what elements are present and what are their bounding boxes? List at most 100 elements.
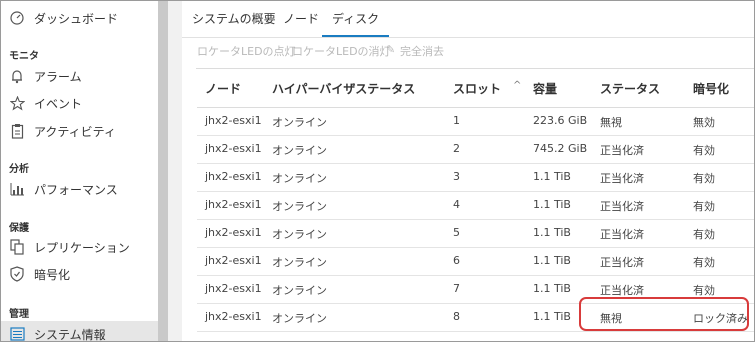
section-header-monitor: モニタ <box>9 51 39 62</box>
table-cell: 無効 <box>693 116 715 129</box>
clipboard-icon <box>9 122 25 140</box>
table-cell: 1.1 TiB <box>533 198 571 211</box>
table-row[interactable]: jhx2-esxi1 オンライン 2 745.2 GiB 正当化済 有効 <box>197 135 754 164</box>
main-content: システムの概要 ノード ディスク ロケータLEDの点灯 ロケータLEDの消灯 ✎… <box>182 1 754 341</box>
dashboard-gauge-icon <box>9 9 25 27</box>
table-cell: オンライン <box>272 312 327 325</box>
shield-icon <box>9 265 25 283</box>
table-cell: 正当化済 <box>600 228 644 241</box>
table-row[interactable]: jhx2-esxi1 オンライン 5 1.1 TiB 正当化済 有効 <box>197 219 754 248</box>
table-cell: 1.1 TiB <box>533 226 571 239</box>
sidebar-item-dashboard[interactable]: ダッシュボード <box>1 5 158 31</box>
table-row[interactable]: jhx2-esxi1 オンライン 1 223.6 GiB 無視 無効 <box>197 107 754 136</box>
disks-table: ノード ハイパーバイザステータス スロット ^ 容量 ステータス 暗号化 jhx… <box>196 68 754 332</box>
table-cell: 223.6 GiB <box>533 114 588 127</box>
table-cell: 1.1 TiB <box>533 310 571 323</box>
table-cell: 有効 <box>693 256 715 269</box>
table-cell: オンライン <box>272 200 327 213</box>
section-header-protection: 保護 <box>9 223 29 234</box>
divider <box>168 1 182 341</box>
table-cell: オンライン <box>272 172 327 185</box>
sidebar-item-activity[interactable]: アクティビティ <box>1 118 158 144</box>
table-cell: 有効 <box>693 144 715 157</box>
sidebar-scrollbar[interactable] <box>158 1 168 341</box>
sidebar: ダッシュボード モニタ アラーム イベント アクティビティ 分析 パフォーマンス… <box>1 1 158 341</box>
sidebar-item-events[interactable]: イベント <box>1 90 158 116</box>
sidebar-item-label: パフォーマンス <box>34 183 118 197</box>
tab-system-overview[interactable]: システムの概要 <box>192 1 276 37</box>
table-cell: 5 <box>453 226 460 239</box>
table-cell: jhx2-esxi1 <box>205 282 262 295</box>
tab-nodes[interactable]: ノード <box>283 1 319 37</box>
section-header-management: 管理 <box>9 309 29 320</box>
sidebar-item-label: ダッシュボード <box>34 12 119 26</box>
col-hypervisor-status[interactable]: ハイパーバイザステータス <box>272 80 415 97</box>
table-cell: 有効 <box>693 228 715 241</box>
sidebar-item-performance[interactable]: パフォーマンス <box>1 176 158 202</box>
tab-disks[interactable]: ディスク <box>322 1 390 37</box>
col-status[interactable]: ステータス <box>600 80 660 97</box>
table-cell: 有効 <box>693 284 715 297</box>
sidebar-item-label: 暗号化 <box>34 268 71 282</box>
table-cell: オンライン <box>272 116 327 129</box>
table-cell: オンライン <box>272 228 327 241</box>
table-row[interactable]: jhx2-esxi1 オンライン 3 1.1 TiB 正当化済 有効 <box>197 163 754 192</box>
col-slot[interactable]: スロット <box>453 80 501 97</box>
table-cell: 1 <box>453 114 460 127</box>
sidebar-item-replication[interactable]: レプリケーション <box>1 234 158 260</box>
table-cell: 正当化済 <box>600 144 644 157</box>
led-on-button[interactable]: ロケータLEDの点灯 <box>197 43 296 59</box>
table-cell: 745.2 GiB <box>533 142 588 155</box>
col-capacity[interactable]: 容量 <box>533 80 557 97</box>
callout-highlight <box>579 297 749 331</box>
table-cell: 6 <box>453 254 460 267</box>
star-icon <box>9 94 25 112</box>
secure-erase-button[interactable]: 完全消去 <box>400 43 444 59</box>
sort-ascending-icon[interactable]: ^ <box>513 80 521 91</box>
table-cell: jhx2-esxi1 <box>205 170 262 183</box>
sidebar-item-label: システム情報 <box>34 328 106 342</box>
table-cell: オンライン <box>272 144 327 157</box>
table-cell: 1.1 TiB <box>533 170 571 183</box>
table-cell: 有効 <box>693 172 715 185</box>
table-cell: 8 <box>453 310 460 323</box>
table-cell: jhx2-esxi1 <box>205 254 262 267</box>
sidebar-item-label: アラーム <box>34 70 82 84</box>
sidebar-item-label: レプリケーション <box>34 241 130 255</box>
app-window: ダッシュボード モニタ アラーム イベント アクティビティ 分析 パフォーマンス… <box>0 0 755 342</box>
table-cell: 1.1 TiB <box>533 254 571 267</box>
table-cell: 3 <box>453 170 460 183</box>
copy-icon <box>9 238 25 256</box>
table-cell: 無視 <box>600 116 622 129</box>
bell-icon <box>9 67 25 85</box>
eraser-icon: ✎ <box>386 43 396 56</box>
sidebar-item-alarms[interactable]: アラーム <box>1 63 158 89</box>
table-cell: 7 <box>453 282 460 295</box>
sidebar-item-label: アクティビティ <box>34 125 116 139</box>
table-cell: jhx2-esxi1 <box>205 310 262 323</box>
table-cell: 正当化済 <box>600 172 644 185</box>
table-cell: 1.1 TiB <box>533 282 571 295</box>
col-node[interactable]: ノード <box>205 80 241 97</box>
table-cell: オンライン <box>272 284 327 297</box>
sidebar-item-system-info[interactable]: システム情報 <box>1 321 158 342</box>
table-cell: 4 <box>453 198 460 211</box>
led-off-button[interactable]: ロケータLEDの消灯 <box>292 43 391 59</box>
section-header-analysis: 分析 <box>9 164 29 175</box>
table-row[interactable]: jhx2-esxi1 オンライン 4 1.1 TiB 正当化済 有効 <box>197 191 754 220</box>
table-cell: 有効 <box>693 200 715 213</box>
table-cell: jhx2-esxi1 <box>205 114 262 127</box>
table-row[interactable]: jhx2-esxi1 オンライン 6 1.1 TiB 正当化済 有効 <box>197 247 754 276</box>
system-info-icon <box>9 325 25 341</box>
sidebar-item-encryption[interactable]: 暗号化 <box>1 261 158 287</box>
table-cell: 正当化済 <box>600 284 644 297</box>
sidebar-item-label: イベント <box>34 97 83 111</box>
table-cell: オンライン <box>272 256 327 269</box>
table-cell: 正当化済 <box>600 256 644 269</box>
tab-bar: システムの概要 ノード ディスク <box>182 1 754 38</box>
table-cell: jhx2-esxi1 <box>205 198 262 211</box>
table-cell: 2 <box>453 142 460 155</box>
bar-chart-icon <box>9 180 25 198</box>
col-encryption[interactable]: 暗号化 <box>693 80 729 97</box>
table-cell: 正当化済 <box>600 200 644 213</box>
